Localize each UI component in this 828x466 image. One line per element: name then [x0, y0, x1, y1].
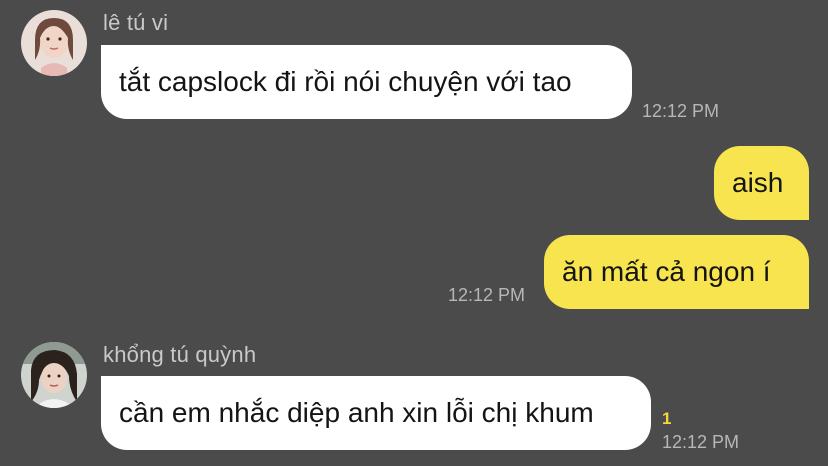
profile-photo-icon	[21, 342, 87, 408]
sender-name: lê tú vi	[103, 10, 169, 35]
message-bubble-incoming[interactable]: cần em nhắc diệp anh xin lỗi chị khum	[101, 376, 651, 450]
chat-thread: lê tú vi tắt capslock đi rồi nói chuyện …	[0, 0, 828, 466]
message-bubble-incoming[interactable]: tắt capslock đi rồi nói chuyện với tao	[101, 45, 632, 119]
message-text: cần em nhắc diệp anh xin lỗi chị khum	[119, 397, 594, 428]
unread-count-badge: 1	[662, 409, 672, 428]
message-bubble-outgoing[interactable]: ăn mất cả ngon í	[544, 235, 809, 309]
avatar-le-tu-vi[interactable]	[21, 10, 87, 76]
message-text: ăn mất cả ngon í	[562, 256, 771, 287]
message-timestamp: 12:12 PM	[448, 285, 526, 305]
avatar-khong-tu-quynh[interactable]	[21, 342, 87, 408]
sender-name: khổng tú quỳnh	[103, 342, 257, 367]
message-bubble-outgoing[interactable]: aish	[714, 146, 809, 220]
message-text: tắt capslock đi rồi nói chuyện với tao	[119, 66, 572, 97]
message-text: aish	[732, 167, 784, 198]
message-timestamp: 12:12 PM	[642, 101, 720, 121]
message-timestamp: 12:12 PM	[662, 432, 740, 452]
profile-photo-icon	[21, 10, 87, 76]
